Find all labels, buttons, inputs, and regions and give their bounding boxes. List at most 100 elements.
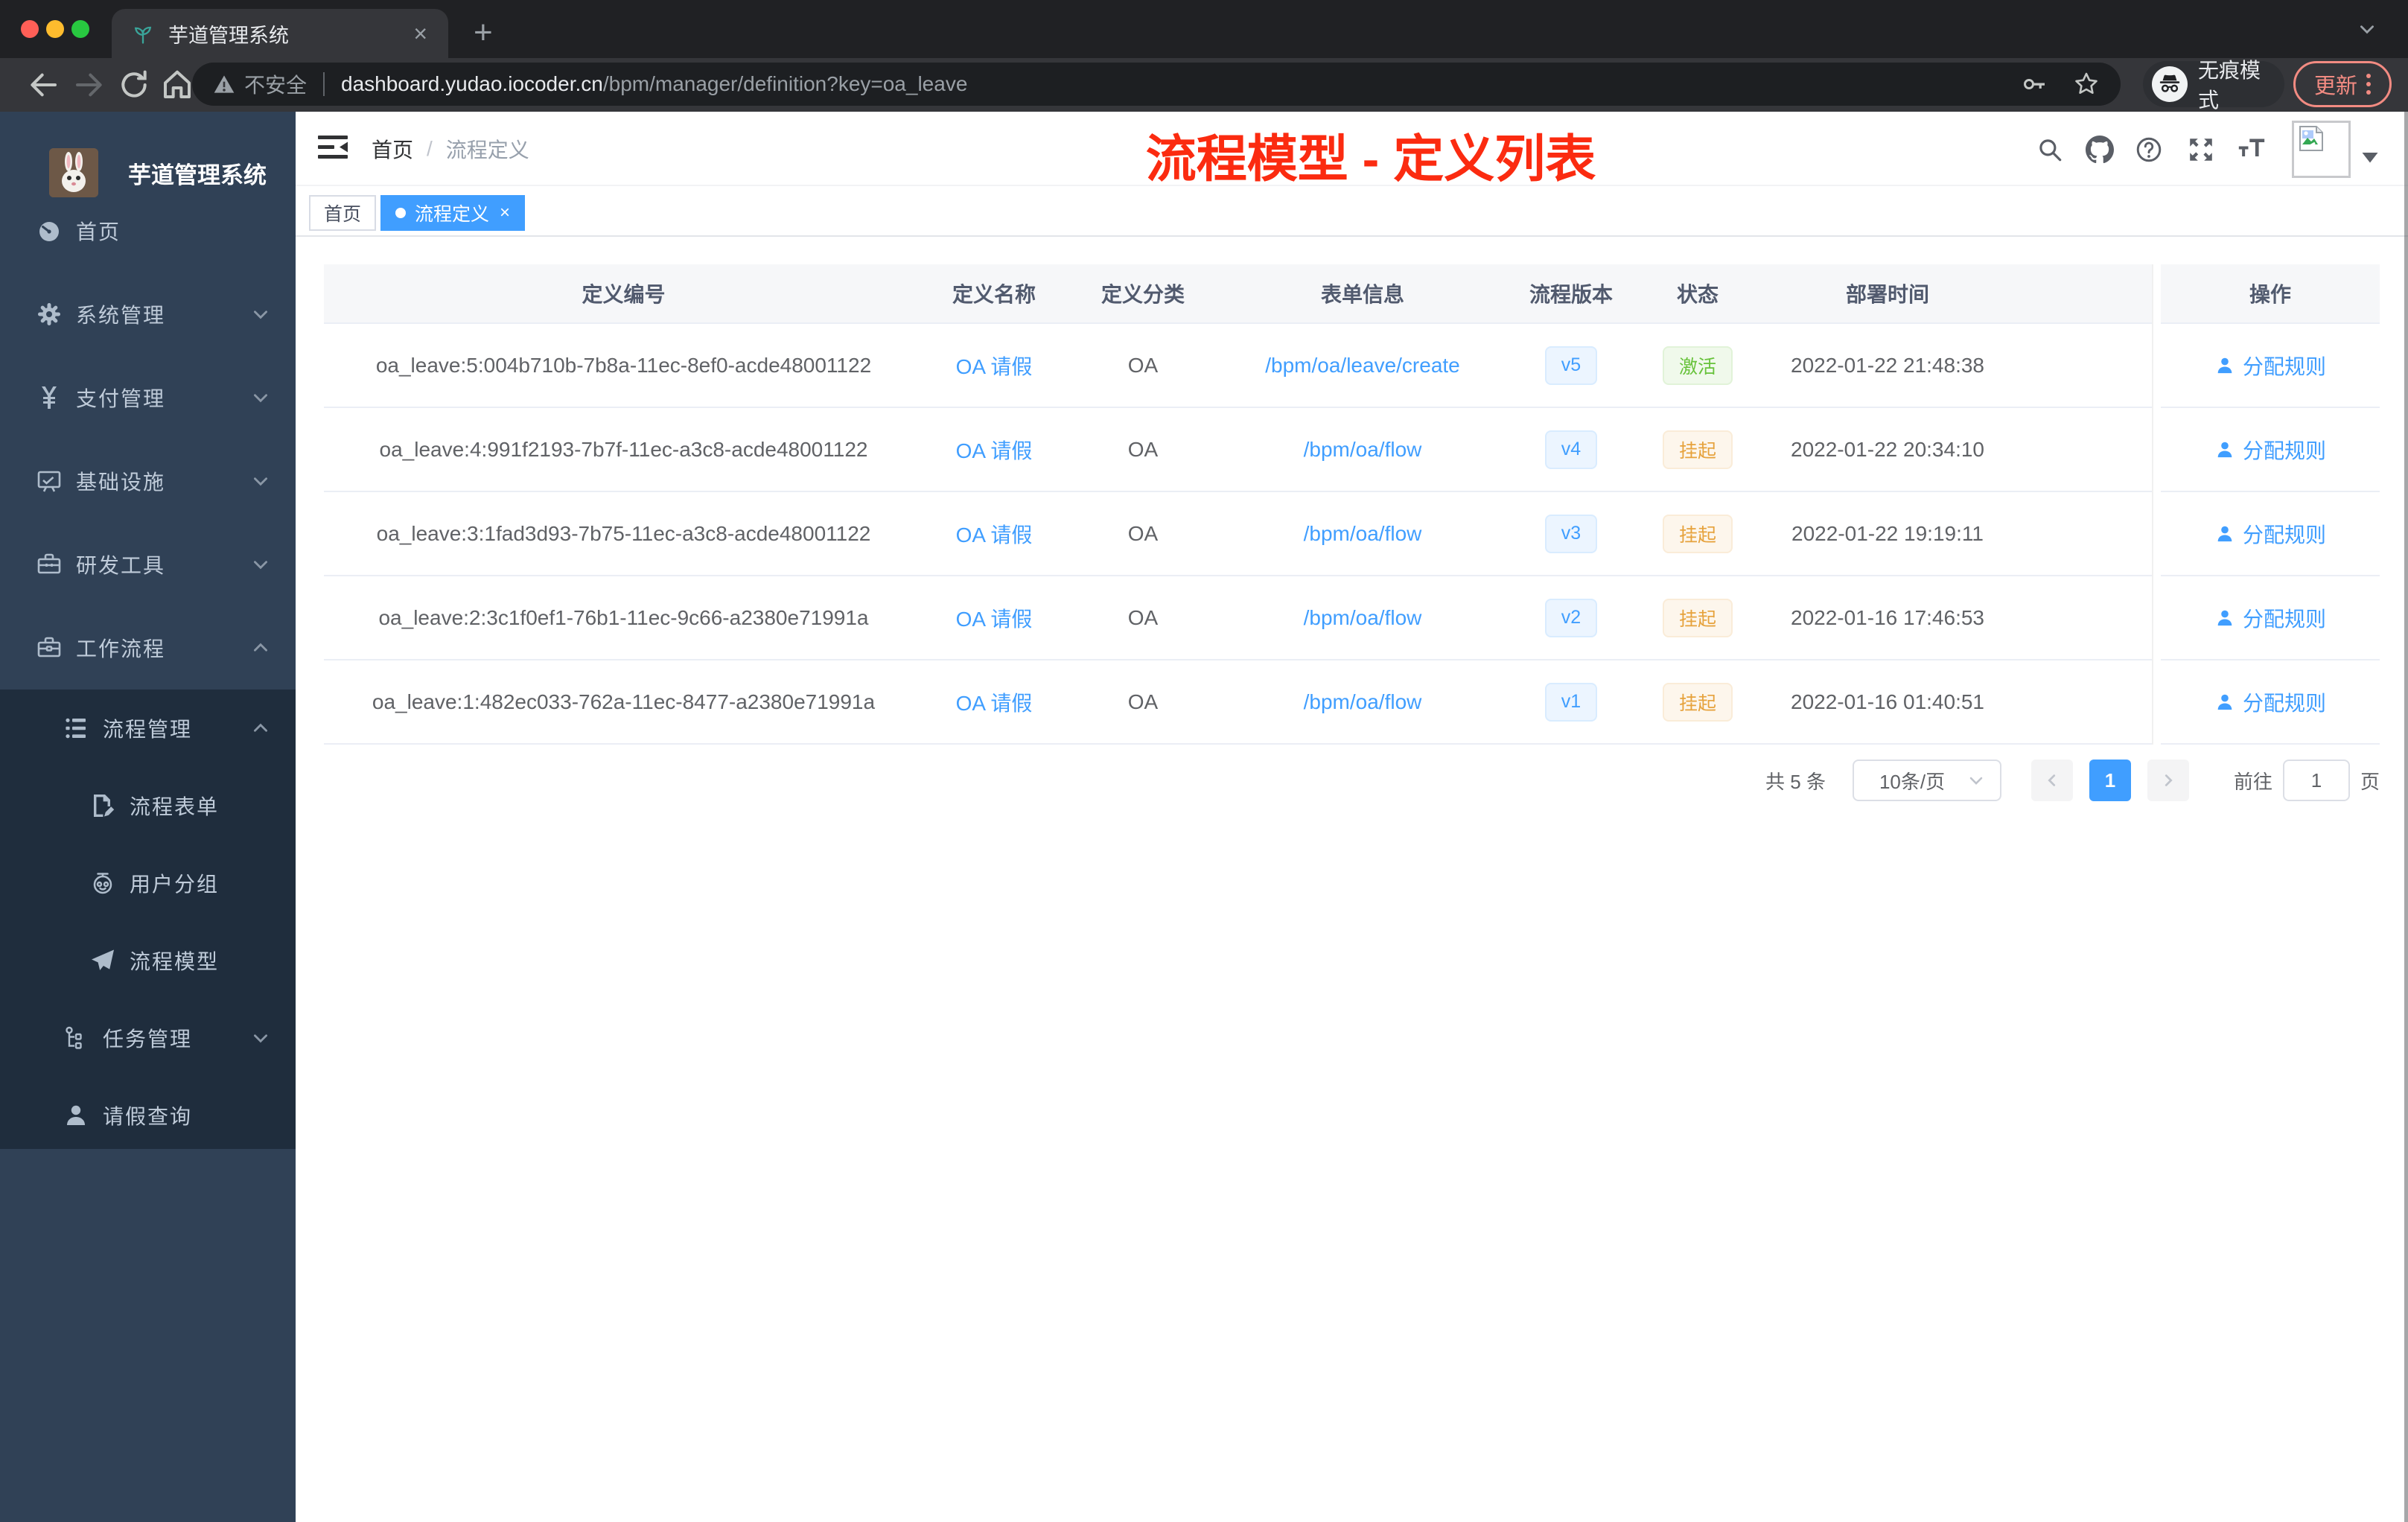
definition-name-link[interactable]: OA 请假 xyxy=(956,351,1033,380)
address-bar[interactable]: 不安全 dashboard.yudao.iocoder.cn /bpm/mana… xyxy=(192,63,2121,106)
sidebar-item-10[interactable]: 任务管理 xyxy=(0,999,296,1077)
pagination-next-button[interactable] xyxy=(2147,760,2189,801)
form-info-link[interactable]: /bpm/oa/flow xyxy=(1304,522,1422,546)
chevron-down-icon[interactable] xyxy=(2357,19,2377,39)
assign-rule-link[interactable]: 分配规则 xyxy=(2214,435,2326,465)
user-icon xyxy=(2214,608,2235,628)
password-key-icon[interactable] xyxy=(2021,71,2048,98)
form-info-link[interactable]: /bpm/oa/flow xyxy=(1304,690,1422,714)
incognito-icon xyxy=(2152,66,2188,102)
definition-name-cell: OA 请假 xyxy=(923,324,1065,408)
search-icon[interactable] xyxy=(2036,136,2064,164)
fixed-column-gap xyxy=(2152,492,2161,576)
assign-rule-link[interactable]: 分配规则 xyxy=(2214,687,2326,717)
version-cell: v1 xyxy=(1504,660,1638,745)
sidebar-item-4[interactable]: 研发工具 xyxy=(0,523,296,606)
sidebar-fold-icon[interactable] xyxy=(316,133,349,165)
fullscreen-icon[interactable] xyxy=(2187,136,2215,164)
definition-name-cell: OA 请假 xyxy=(923,408,1065,492)
github-icon[interactable] xyxy=(2086,136,2114,164)
user-avatar[interactable] xyxy=(2292,121,2351,178)
pagination-prev-button[interactable] xyxy=(2030,760,2073,801)
font-size-icon[interactable] xyxy=(2237,136,2266,164)
action-cell: 分配规则 xyxy=(2161,492,2380,576)
assign-rule-link[interactable]: 分配规则 xyxy=(2214,519,2326,549)
table-row: oa_leave:1:482ec033-762a-11ec-8477-a2380… xyxy=(324,660,2380,745)
definition-name-link[interactable]: OA 请假 xyxy=(956,603,1033,633)
page-size-value: 10条/页 xyxy=(1879,770,1946,793)
definition-id-cell: oa_leave:1:482ec033-762a-11ec-8477-a2380… xyxy=(324,660,923,745)
status-cell: 挂起 xyxy=(1638,576,1757,660)
sidebar-item-5[interactable]: 工作流程 xyxy=(0,606,296,690)
sidebar-item-1[interactable]: 系统管理 xyxy=(0,273,296,356)
page-size-select[interactable]: 10条/页 xyxy=(1852,760,2001,801)
pagination-current-page[interactable]: 1 xyxy=(2089,760,2131,801)
assign-rule-link[interactable]: 分配规则 xyxy=(2214,351,2326,380)
assign-rule-link[interactable]: 分配规则 xyxy=(2214,603,2326,633)
table-body: oa_leave:5:004b710b-7b8a-11ec-8ef0-acde4… xyxy=(324,324,2380,745)
table-row: oa_leave:5:004b710b-7b8a-11ec-8ef0-acde4… xyxy=(324,324,2380,408)
bookmark-star-icon[interactable] xyxy=(2073,71,2100,98)
security-label[interactable]: 不安全 xyxy=(244,69,307,99)
browser-menu-icon[interactable] xyxy=(2366,74,2371,95)
sidebar-item-7[interactable]: 流程表单 xyxy=(0,767,296,844)
incognito-label: 无痕模式 xyxy=(2198,59,2261,112)
definition-category-cell: OA xyxy=(1065,660,1221,745)
pagination-goto-input[interactable] xyxy=(2282,760,2350,801)
sidebar-item-6[interactable]: 流程管理 xyxy=(0,690,296,767)
form-info-link[interactable]: /bpm/oa/flow xyxy=(1304,438,1422,462)
definition-name-link[interactable]: OA 请假 xyxy=(956,687,1033,717)
definition-name-link[interactable]: OA 请假 xyxy=(956,519,1033,549)
filler-cell xyxy=(2018,492,2152,576)
column-header: 表单信息 xyxy=(1221,264,1504,324)
forward-icon[interactable] xyxy=(71,67,107,103)
tab-close-icon[interactable]: × xyxy=(412,22,429,45)
deploy-time: 2022-01-22 19:19:11 xyxy=(1791,521,1984,545)
version-badge: v2 xyxy=(1544,598,1598,637)
sidebar-item-2[interactable]: 支付管理 xyxy=(0,356,296,439)
version-badge: v4 xyxy=(1544,430,1598,469)
fixed-column-gap xyxy=(2152,408,2161,492)
status-badge: 挂起 xyxy=(1662,514,1733,553)
tag-label: 流程定义 xyxy=(415,204,490,225)
browser-tab[interactable]: 芋道管理系统 × xyxy=(112,9,448,58)
avatar-caret-down-icon[interactable] xyxy=(2361,150,2379,164)
sidebar-item-label: 研发工具 xyxy=(76,554,166,577)
close-window-button[interactable] xyxy=(21,20,39,38)
status-cell: 激活 xyxy=(1638,324,1757,408)
help-icon[interactable] xyxy=(2135,136,2163,164)
tree-list-icon xyxy=(63,715,89,742)
minimize-window-button[interactable] xyxy=(46,20,64,38)
sidebar-item-9[interactable]: 流程模型 xyxy=(0,922,296,999)
not-secure-warning-icon[interactable] xyxy=(213,73,235,95)
annotation-title: 流程模型 - 定义列表 xyxy=(1145,131,1596,188)
user-icon xyxy=(2214,692,2235,713)
app-header: 首页 / 流程定义 流程模型 - 定义列表 xyxy=(296,112,2408,188)
reload-icon[interactable] xyxy=(116,67,152,103)
sidebar-item-3[interactable]: 基础设施 xyxy=(0,439,296,523)
tag-close-icon[interactable]: × xyxy=(500,204,510,222)
sidebar-item-8[interactable]: 用户分组 xyxy=(0,844,296,922)
maximize-window-button[interactable] xyxy=(71,20,89,38)
form-info-link[interactable]: /bpm/oa/flow xyxy=(1304,606,1422,630)
tag-1[interactable]: 流程定义 × xyxy=(380,195,526,231)
definition-id: oa_leave:4:991f2193-7b7f-11ec-a3c8-acde4… xyxy=(379,437,868,461)
back-icon[interactable] xyxy=(25,67,61,103)
tag-0[interactable]: 首页 xyxy=(309,195,377,231)
home-icon[interactable] xyxy=(159,67,195,103)
sidebar-item-11[interactable]: 请假查询 xyxy=(0,1077,296,1154)
sidebar-item-0[interactable]: 首页 xyxy=(0,189,296,273)
monitor-icon xyxy=(36,468,63,494)
definition-category: OA xyxy=(1127,690,1159,713)
browser-update-button[interactable]: 更新 xyxy=(2293,61,2392,107)
form-doc-icon xyxy=(89,792,116,819)
form-info-cell: /bpm/oa/flow xyxy=(1221,660,1504,745)
assign-rule-label: 分配规则 xyxy=(2242,523,2326,547)
status-badge: 挂起 xyxy=(1662,430,1733,469)
version-cell: v2 xyxy=(1504,576,1638,660)
form-info-link[interactable]: /bpm/oa/leave/create xyxy=(1265,354,1460,378)
new-tab-icon[interactable]: + xyxy=(474,13,493,52)
breadcrumb-home[interactable]: 首页 xyxy=(372,134,413,164)
definition-name-link[interactable]: OA 请假 xyxy=(956,435,1033,465)
version-cell: v5 xyxy=(1504,324,1638,408)
